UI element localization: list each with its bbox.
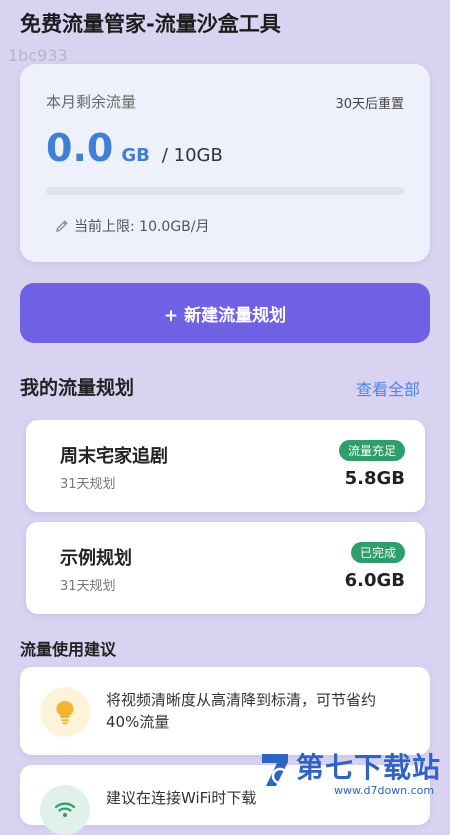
pencil-icon [56, 220, 68, 232]
tips-section-title: 流量使用建议 [20, 640, 117, 659]
limit-text: 当前上限: 10.0GB/月 [74, 219, 210, 235]
plan-amount: 6.0GB [344, 570, 405, 591]
new-plan-button[interactable]: + 新建流量规划 [20, 283, 430, 343]
reset-countdown: 30天后重置 [335, 97, 404, 112]
watermark-id: 1bc933 [8, 46, 68, 65]
quota-label: 本月剩余流量 [46, 93, 137, 111]
plan-duration: 31天规划 [60, 477, 116, 492]
usage-progress-bar [46, 187, 404, 195]
total-quota: / 10GB [161, 145, 223, 166]
plan-amount: 5.8GB [344, 468, 405, 489]
plan-status-badge: 流量充足 [338, 440, 405, 461]
tip-text: 将视频清晰度从高清降到标清，可节省约40%流量 [106, 691, 377, 731]
quota-card: 本月剩余流量 30天后重置 0.0 GB / 10GB 当前上限: 10.0GB… [20, 64, 430, 262]
lightbulb-icon [56, 701, 74, 725]
remaining-unit: GB [121, 145, 150, 166]
tip-icon-circle [40, 785, 90, 835]
remaining-value: 0.0 [46, 126, 114, 170]
site-logo-text: 第七下载站 [296, 751, 442, 784]
limit-row[interactable]: 当前上限: 10.0GB/月 [54, 216, 210, 236]
site-logo-url: www.d7down.com [334, 784, 435, 797]
plan-status-badge: 已完成 [350, 542, 405, 563]
tip-icon-circle [40, 687, 90, 737]
plan-duration: 31天规划 [60, 579, 116, 594]
plan-card[interactable]: 周末宅家追剧 31天规划 流量充足 5.8GB [26, 420, 425, 512]
view-all-link[interactable]: 查看全部 [356, 376, 420, 400]
wifi-icon [54, 802, 76, 817]
site-logo-icon [262, 754, 289, 786]
plan-card[interactable]: 示例规划 31天规划 已完成 6.0GB [26, 522, 425, 614]
plan-name: 示例规划 [60, 548, 132, 569]
remaining-amount: 0.0 GB / 10GB [46, 126, 223, 170]
plans-section-title: 我的流量规划 [20, 377, 135, 399]
plan-name: 周末宅家追剧 [60, 446, 168, 467]
app-title: 免费流量管家-流量沙盒工具 [20, 12, 281, 36]
site-logo-watermark: 第七下载站 www.d7down.com [256, 748, 450, 800]
tip-card: 将视频清晰度从高清降到标清，可节省约40%流量 [20, 667, 430, 755]
